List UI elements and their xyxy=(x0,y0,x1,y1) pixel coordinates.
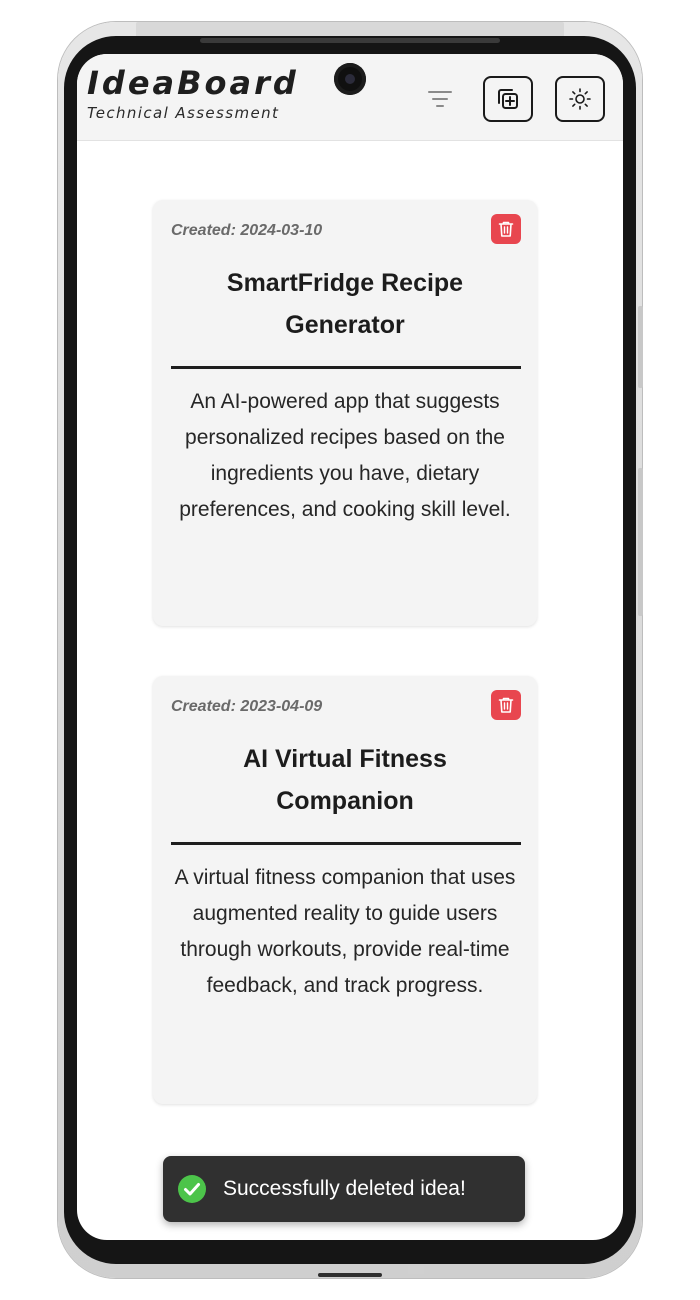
phone-speaker xyxy=(200,38,500,43)
idea-title[interactable]: AI Virtual Fitness Companion xyxy=(193,738,497,822)
trash-icon xyxy=(498,221,514,237)
check-circle-icon xyxy=(178,1175,206,1203)
card-divider xyxy=(171,366,521,369)
power-button xyxy=(638,468,643,616)
app-header: IdeaBoard Technical Assessment xyxy=(77,54,623,141)
idea-title[interactable]: SmartFridge Recipe Generator xyxy=(193,262,497,346)
phone-bottom-notch xyxy=(408,1266,424,1274)
phone-bottom-port xyxy=(318,1273,382,1277)
success-toast: Successfully deleted idea! xyxy=(163,1156,525,1222)
idea-card: Created: 2024-03-10 SmartFridge Recipe G… xyxy=(153,200,537,626)
idea-card: Created: 2023-04-09 AI Virtual Fitness C… xyxy=(153,676,537,1104)
theme-toggle-button[interactable] xyxy=(555,76,605,122)
filter-icon[interactable] xyxy=(427,88,453,110)
add-copy-icon xyxy=(498,89,518,109)
idea-created-date: Created: 2023-04-09 xyxy=(171,698,323,715)
brand-subtitle: Technical Assessment xyxy=(87,104,280,122)
volume-button xyxy=(638,306,643,388)
app-screen: IdeaBoard Technical Assessment Created: … xyxy=(77,54,623,1240)
front-camera xyxy=(334,63,366,95)
delete-idea-button[interactable] xyxy=(491,690,521,720)
sun-icon xyxy=(569,88,591,110)
card-divider xyxy=(171,842,521,845)
delete-idea-button[interactable] xyxy=(491,214,521,244)
trash-icon xyxy=(498,697,514,713)
toast-message: Successfully deleted idea! xyxy=(223,1177,466,1200)
idea-description[interactable]: A virtual fitness companion that uses au… xyxy=(167,860,523,1004)
add-idea-button[interactable] xyxy=(483,76,533,122)
brand-title: IdeaBoard xyxy=(87,64,299,102)
idea-description[interactable]: An AI-powered app that suggests personal… xyxy=(167,384,523,528)
idea-created-date: Created: 2024-03-10 xyxy=(171,222,323,239)
